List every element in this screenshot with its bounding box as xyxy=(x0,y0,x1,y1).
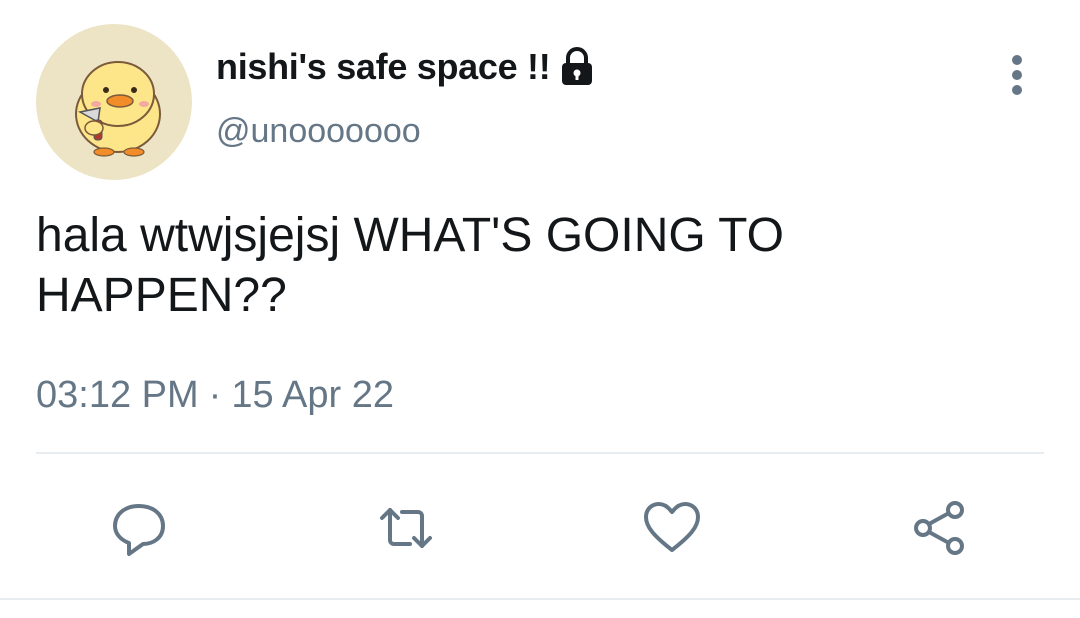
display-name[interactable]: nishi's safe space !! xyxy=(216,46,551,88)
duck-avatar-icon xyxy=(75,61,161,157)
bottom-divider xyxy=(0,598,1080,600)
tweet-time: 03:12 PM xyxy=(36,374,199,416)
meta-separator: · xyxy=(208,374,222,416)
share-button[interactable] xyxy=(907,496,971,560)
avatar[interactable] xyxy=(36,24,192,180)
heart-icon xyxy=(644,502,700,552)
tweet-date: 15 Apr 22 xyxy=(231,374,394,416)
author-name-row: nishi's safe space !! xyxy=(216,42,596,92)
reply-icon xyxy=(113,504,165,556)
tweet-text: hala wtwjsjejsj WHAT'S GOING TO HAPPEN?? xyxy=(36,209,784,322)
reply-button[interactable] xyxy=(107,496,171,560)
retweet-icon xyxy=(380,508,432,548)
share-icon xyxy=(914,501,964,555)
retweet-button[interactable] xyxy=(374,496,438,560)
tweet-timestamp: 03:12 PM · 15 Apr 22 xyxy=(36,374,394,417)
handle[interactable]: @unooooooo xyxy=(216,112,421,151)
like-button[interactable] xyxy=(640,496,704,560)
divider xyxy=(36,452,1044,454)
tweet: nishi's safe space !! @unooooooo hala wt… xyxy=(0,0,1080,618)
lock-icon xyxy=(558,46,596,88)
more-vertical-icon[interactable] xyxy=(1002,52,1032,98)
